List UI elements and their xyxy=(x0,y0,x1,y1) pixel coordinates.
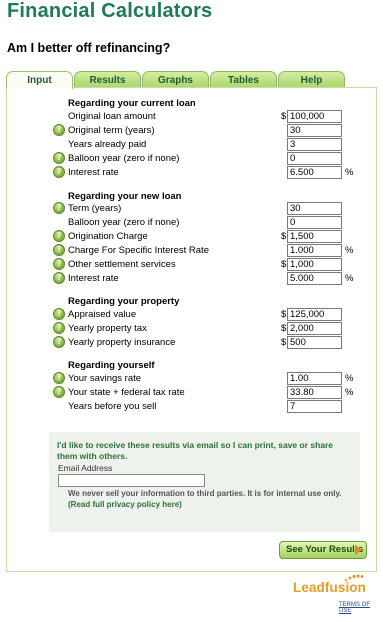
dollar-sign: $ xyxy=(281,323,287,334)
new-balloon-year-input[interactable] xyxy=(287,216,342,229)
dollar-sign: $ xyxy=(281,309,287,320)
interest-rate-input[interactable] xyxy=(287,166,342,179)
help-icon[interactable]: ? xyxy=(53,166,65,178)
help-icon[interactable]: ? xyxy=(53,308,65,320)
dollar-sign: $ xyxy=(281,231,287,242)
help-icon[interactable]: ? xyxy=(53,336,65,348)
interest-rate-label: Interest rate xyxy=(68,167,119,178)
original-loan-amount-input[interactable] xyxy=(287,110,342,123)
savings-rate-input[interactable] xyxy=(287,372,342,385)
tab-graphs[interactable]: Graphs xyxy=(142,71,209,88)
tax-rate-label: Your state + federal tax rate xyxy=(68,387,185,398)
privacy-policy-link[interactable]: (Read full privacy policy here) xyxy=(68,500,182,509)
yearly-insurance-input[interactable] xyxy=(287,336,342,349)
help-icon[interactable]: ? xyxy=(53,372,65,384)
section-property-heading: Regarding your property xyxy=(68,296,180,307)
percent-sign: % xyxy=(345,273,354,284)
tab-input[interactable]: Input xyxy=(6,71,73,89)
percent-sign: % xyxy=(345,387,354,398)
help-icon[interactable]: ? xyxy=(53,258,65,270)
appraised-value-label: Appraised value xyxy=(68,309,137,320)
appraised-value-input[interactable] xyxy=(287,308,342,321)
dollar-sign: $ xyxy=(281,337,287,348)
page-subtitle: Am I better off refinancing? xyxy=(7,41,171,55)
help-icon[interactable]: ? xyxy=(53,386,65,398)
help-icon[interactable]: ? xyxy=(53,244,65,256)
yearly-insurance-label: Yearly property insurance xyxy=(68,337,176,348)
privacy-text: We never sell your information to third … xyxy=(68,489,342,498)
help-icon[interactable]: ? xyxy=(53,230,65,242)
percent-sign: % xyxy=(345,167,354,178)
help-icon[interactable]: ? xyxy=(53,124,65,136)
section-current-loan-heading: Regarding your current loan xyxy=(68,98,196,109)
terms-of-use-link[interactable]: TERMS OF USE xyxy=(339,602,383,614)
years-before-sell-input[interactable] xyxy=(287,400,342,413)
yearly-tax-label: Yearly property tax xyxy=(68,323,147,334)
section-yourself-heading: Regarding yourself xyxy=(68,360,155,371)
other-settlement-label: Other settlement services xyxy=(68,259,176,270)
original-term-input[interactable] xyxy=(287,124,342,137)
help-icon[interactable]: ? xyxy=(53,322,65,334)
see-your-results-button[interactable]: See Your Results xyxy=(279,541,367,559)
years-already-paid-label: Years already paid xyxy=(68,139,147,150)
yearly-tax-input[interactable] xyxy=(287,322,342,335)
balloon-year-label: Balloon year (zero if none) xyxy=(68,153,180,164)
percent-sign: % xyxy=(345,245,354,256)
percent-sign: % xyxy=(345,373,354,384)
dollar-sign: $ xyxy=(281,111,287,122)
leadfusion-logo: Leadfusion xyxy=(293,580,367,595)
page-title: Financial Calculators xyxy=(7,0,213,22)
section-new-loan-heading: Regarding your new loan xyxy=(68,191,182,202)
tab-bar: Input Results Graphs Tables Help xyxy=(6,71,346,89)
original-term-label: Original term (years) xyxy=(68,125,155,136)
email-results-box: I'd like to receive these results via em… xyxy=(49,432,360,532)
term-label: Term (years) xyxy=(68,203,122,214)
help-icon[interactable]: ? xyxy=(53,202,65,214)
years-already-paid-input[interactable] xyxy=(287,138,342,151)
savings-rate-label: Your savings rate xyxy=(68,373,142,384)
arrow-right-icon xyxy=(355,545,362,555)
tab-help[interactable]: Help xyxy=(278,71,345,88)
other-settlement-input[interactable] xyxy=(287,258,342,271)
tab-tables[interactable]: Tables xyxy=(210,71,277,88)
help-icon[interactable]: ? xyxy=(53,152,65,164)
original-loan-amount-label: Original loan amount xyxy=(68,111,156,122)
privacy-notice: We never sell your information to third … xyxy=(68,488,358,510)
new-interest-rate-input[interactable] xyxy=(287,272,342,285)
origination-charge-input[interactable] xyxy=(287,230,342,243)
email-address-input[interactable] xyxy=(58,474,205,487)
term-input[interactable] xyxy=(287,202,342,215)
origination-charge-label: Origination Charge xyxy=(68,231,148,242)
years-before-sell-label: Years before you sell xyxy=(68,401,157,412)
see-your-results-label: See Your Results xyxy=(286,544,364,555)
email-address-label: Email Address xyxy=(58,463,113,473)
charge-specific-rate-input[interactable] xyxy=(287,244,342,257)
dollar-sign: $ xyxy=(281,259,287,270)
help-icon[interactable]: ? xyxy=(53,272,65,284)
charge-specific-rate-label: Charge For Specific Interest Rate xyxy=(68,245,209,256)
email-heading: I'd like to receive these results via em… xyxy=(57,440,334,461)
tax-rate-input[interactable] xyxy=(287,386,342,399)
new-balloon-year-label: Balloon year (zero if none) xyxy=(68,217,180,228)
tab-results[interactable]: Results xyxy=(74,71,141,88)
balloon-year-input[interactable] xyxy=(287,152,342,165)
new-interest-rate-label: Interest rate xyxy=(68,273,119,284)
